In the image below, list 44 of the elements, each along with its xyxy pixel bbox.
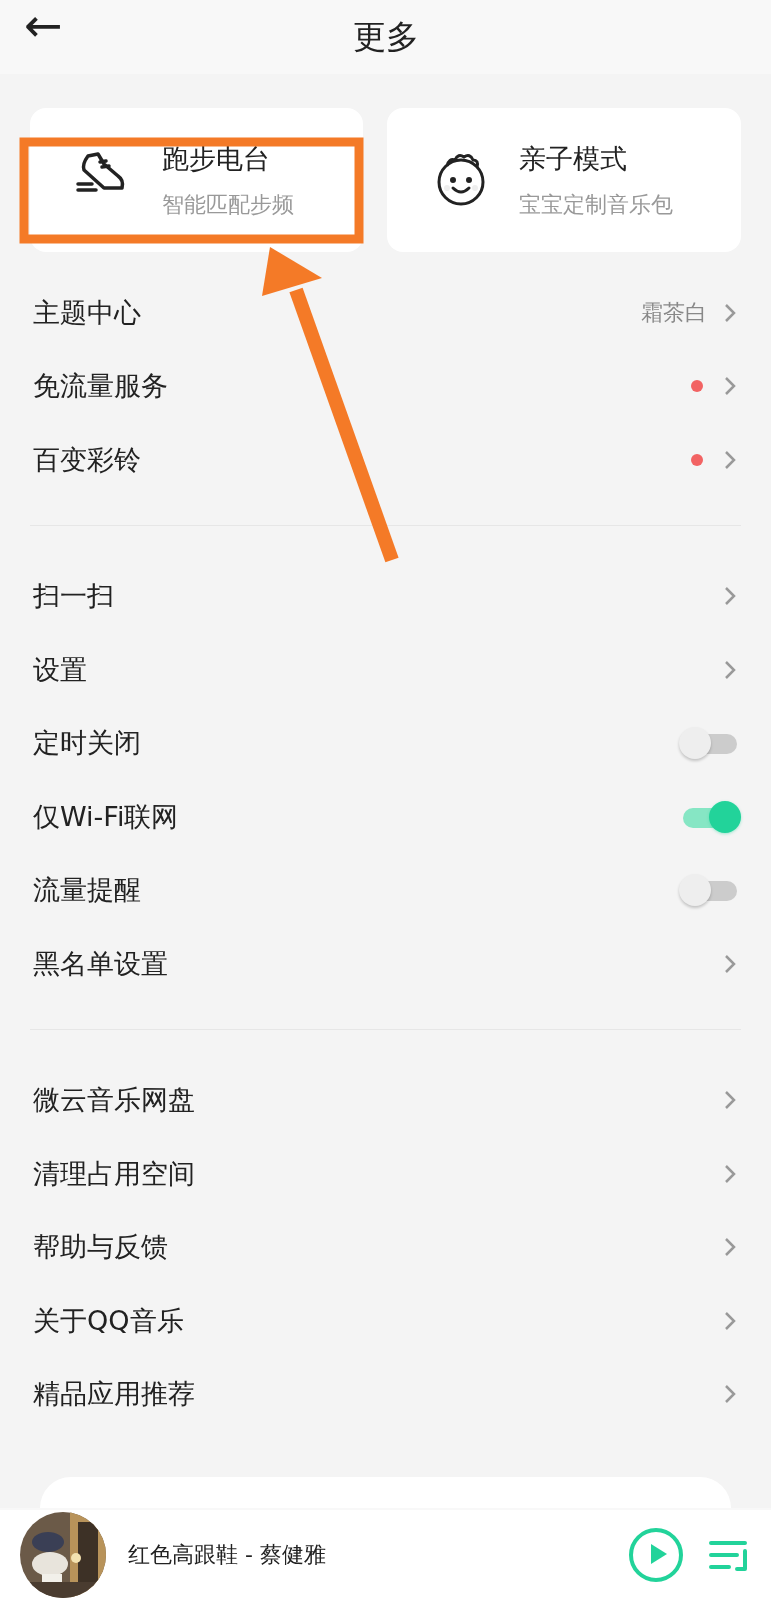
row-label: 主题中心 (33, 295, 142, 330)
row-label: 关于QQ音乐 (33, 1303, 185, 1338)
row-label: 流量提醒 (33, 873, 142, 907)
row-label: 免流量服务 (33, 369, 169, 403)
row-label: 黑名单设置 (33, 946, 169, 981)
page-title: 更多 (352, 16, 419, 58)
song-title: 红色高跟鞋 - 蔡健雅 (128, 1541, 327, 1569)
settings-row[interactable]: 扫一扫 (30, 559, 741, 633)
settings-row[interactable]: 流量提醒 (30, 853, 741, 927)
settings-row[interactable]: 定时关闭 (30, 706, 741, 780)
settings-row[interactable]: 主题中心 霜茶白 (30, 276, 741, 350)
row-label: 帮助与反馈 (33, 1230, 169, 1264)
row-label: 微云音乐网盘 (33, 1083, 196, 1117)
chevron-icon (723, 448, 737, 471)
settings-row[interactable]: 清理占用空间 (30, 1137, 741, 1211)
settings-row[interactable]: 黑名单设置 (30, 927, 741, 1001)
settings-row[interactable]: 帮助与反馈 (30, 1210, 741, 1284)
row-label: 清理占用空间 (33, 1156, 196, 1191)
play-button[interactable] (627, 1525, 685, 1584)
chevron-icon (723, 1309, 737, 1332)
row-label: 扫一扫 (33, 579, 115, 613)
back-button[interactable]: ← (20, 2, 67, 48)
settings-row[interactable]: 精品应用推荐 (30, 1357, 741, 1431)
card-title: 跑步电台 (162, 142, 271, 177)
row-value: 霜茶白 (641, 299, 707, 328)
card-title: 亲子模式 (518, 142, 628, 177)
mode-card[interactable]: 亲子模式 宝宝定制音乐包 (386, 108, 741, 252)
chevron-icon (723, 301, 737, 324)
settings-row[interactable]: 设置 (30, 633, 741, 707)
settings-row[interactable]: 关于QQ音乐 (30, 1284, 741, 1358)
row-label: 设置 (33, 652, 88, 687)
row-label: 定时关闭 (33, 726, 142, 760)
settings-row[interactable]: 仅Wi-Fi联网 (30, 780, 741, 854)
card-subtitle: 智能匹配步频 (162, 190, 294, 219)
chevron-icon (723, 952, 737, 975)
chevron-icon (723, 1162, 737, 1185)
settings-row[interactable]: 免流量服务 (30, 349, 741, 423)
row-label: 精品应用推荐 (33, 1377, 196, 1411)
settings-row[interactable]: 微云音乐网盘 (30, 1063, 741, 1137)
chevron-icon (723, 658, 737, 681)
settings-row[interactable]: 百变彩铃 (30, 423, 741, 497)
card-subtitle: 宝宝定制音乐包 (518, 190, 673, 219)
row-label: 百变彩铃 (33, 442, 142, 477)
row-label: 仅Wi-Fi联网 (33, 799, 180, 834)
